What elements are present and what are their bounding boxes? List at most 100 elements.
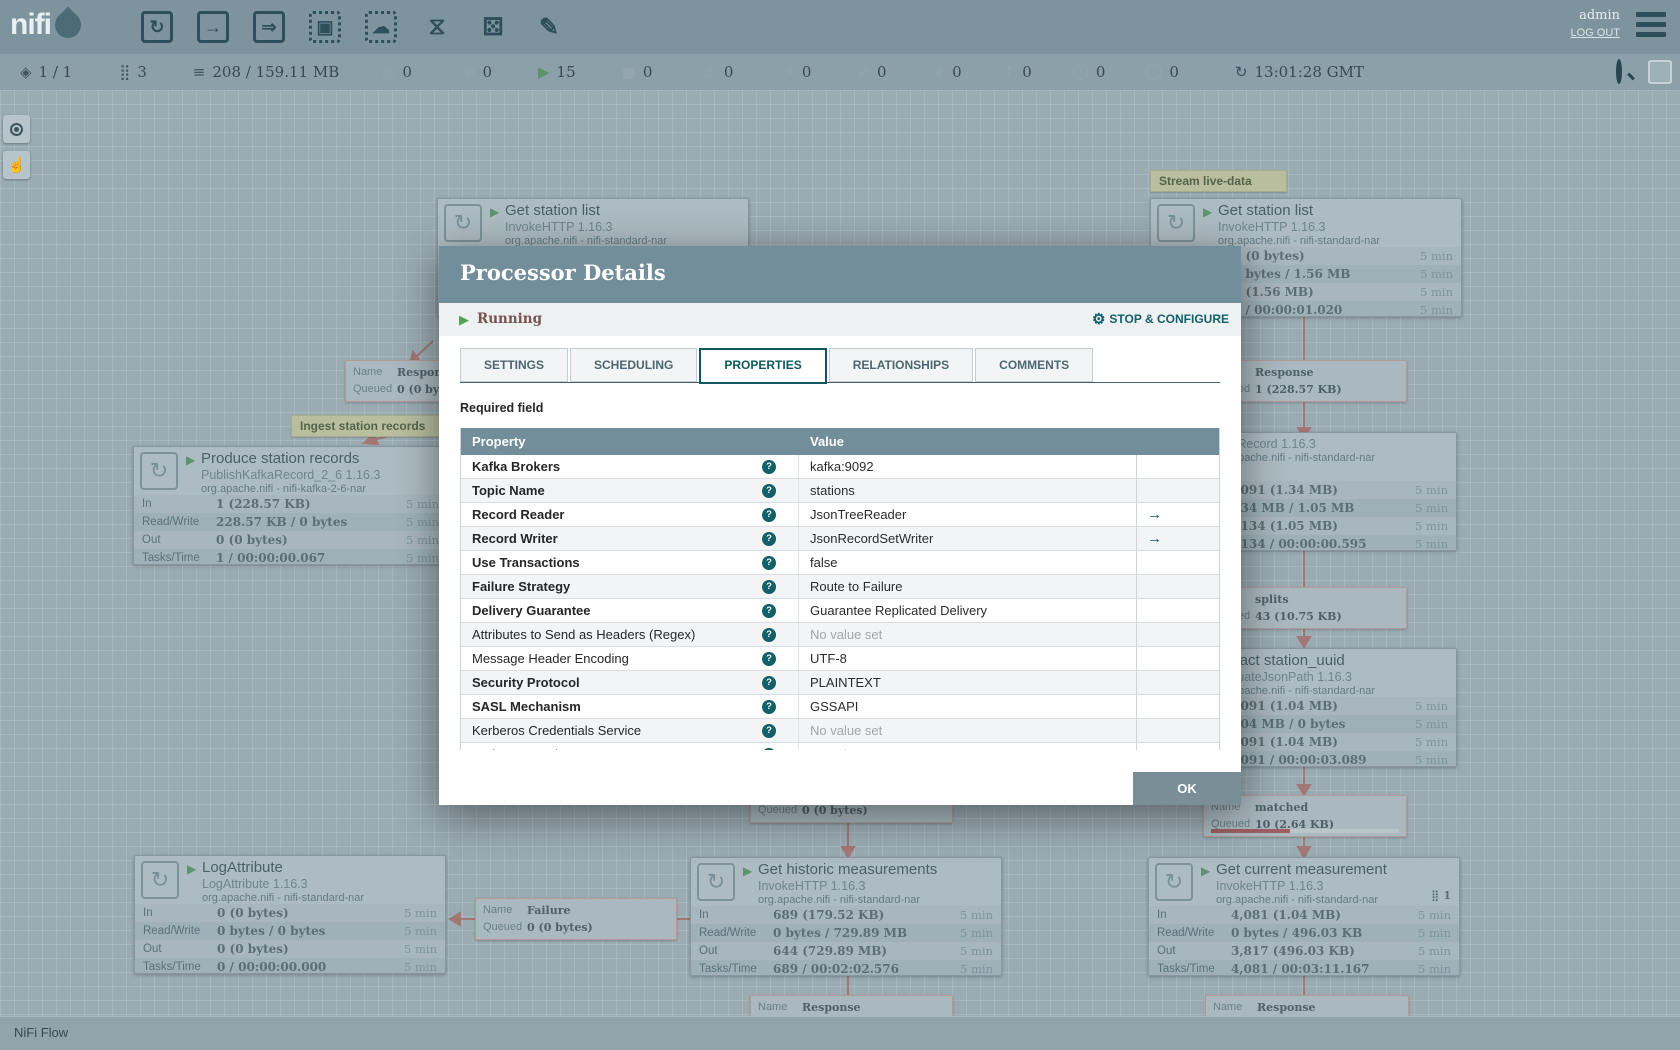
- processor-icon[interactable]: ↻: [138, 7, 176, 47]
- input-port-icon[interactable]: →: [194, 7, 232, 47]
- breadcrumb[interactable]: NiFi Flow: [14, 1025, 68, 1040]
- stat-row: Out 3,817 (496.03 KB) 5 min: [1149, 942, 1459, 960]
- help-icon[interactable]: ?: [762, 628, 776, 642]
- help-icon[interactable]: ?: [762, 748, 776, 750]
- status-disabled: ⚡ 0: [784, 63, 811, 81]
- help-icon[interactable]: ?: [762, 604, 776, 618]
- template-icon[interactable]: ⚄: [474, 7, 512, 47]
- last-refresh-time: 13:01:28 GMT: [1254, 63, 1364, 81]
- queued-count: 208 / 159.11 MB: [212, 63, 340, 81]
- property-row: Failure Strategy? Route to Failure: [461, 575, 1219, 599]
- processor-type: InvokeHTTP 1.16.3: [1216, 879, 1324, 893]
- property-value[interactable]: No value set: [799, 623, 1137, 646]
- stat-row: Out 0 (0 bytes) 5 min: [135, 940, 445, 958]
- global-menu-icon[interactable]: [1636, 12, 1666, 42]
- tab-scheduling[interactable]: SCHEDULING: [570, 348, 698, 382]
- operate-palette-button[interactable]: ☝: [3, 151, 30, 179]
- tab-comments[interactable]: COMMENTS: [975, 348, 1094, 382]
- help-icon[interactable]: ?: [762, 676, 776, 690]
- property-value[interactable]: false: [799, 551, 1137, 574]
- process-group-icon[interactable]: ▣: [306, 7, 344, 47]
- status-stopped: ■ 0: [622, 63, 653, 81]
- running-icon: ▶: [186, 453, 196, 467]
- processor-type: LogAttribute 1.16.3: [202, 877, 308, 891]
- help-icon[interactable]: ?: [762, 460, 776, 474]
- stat-row: Read/Write 228.57 KB / 0 bytes 5 min: [134, 513, 447, 531]
- property-label: Kerberos Service Name?: [461, 743, 799, 750]
- locally-modified-stale-icon: !: [1072, 64, 1089, 80]
- tab-relationships[interactable]: RELATIONSHIPS: [828, 348, 974, 382]
- running-icon: ▶: [459, 312, 469, 327]
- property-row: Kerberos Credentials Service? No value se…: [461, 719, 1219, 743]
- go-to-service-icon[interactable]: →: [1147, 506, 1162, 523]
- stale-count: 0: [1022, 63, 1032, 81]
- processor-get-historic-measurements[interactable]: ↻ ▶ Get historic measurements InvokeHTTP 1.…: [690, 857, 1002, 976]
- help-icon[interactable]: ?: [762, 532, 776, 546]
- processor-name: Get current measurement: [1216, 861, 1387, 878]
- logout-link[interactable]: LOG OUT: [1570, 27, 1620, 39]
- stop-and-configure-button[interactable]: ⚙ STOP & CONFIGURE: [1092, 310, 1229, 328]
- help-icon[interactable]: ?: [762, 484, 776, 498]
- property-value[interactable]: No value set: [799, 743, 1137, 750]
- user-area: admin LOG OUT: [1570, 8, 1620, 39]
- help-icon[interactable]: ?: [762, 652, 776, 666]
- birdseye-toggle-icon[interactable]: [1648, 60, 1672, 84]
- label-icon[interactable]: ✎: [530, 7, 568, 47]
- search-icon[interactable]: [1616, 59, 1636, 84]
- processor-type: InvokeHTTP 1.16.3: [1218, 220, 1326, 234]
- canvas-label-ingest-station-records[interactable]: Ingest station records: [291, 415, 451, 437]
- connected-nodes-count: 1 / 1: [38, 63, 73, 81]
- property-label: SASL Mechanism?: [461, 695, 799, 718]
- queued-key: Queued: [483, 921, 523, 933]
- property-label: Attributes to Send as Headers (Regex)?: [461, 623, 799, 646]
- help-icon[interactable]: ?: [762, 700, 776, 714]
- canvas-label-stream-live-data[interactable]: Stream live-data: [1150, 170, 1287, 192]
- invalid-icon: ⚠: [703, 63, 717, 81]
- dialog-status-row: ▶ Running ⚙ STOP & CONFIGURE: [439, 303, 1241, 336]
- name-key: Name: [483, 904, 513, 916]
- help-icon[interactable]: ?: [762, 580, 776, 594]
- processor-icon: ↻: [697, 863, 735, 901]
- property-label: Security Protocol?: [461, 671, 799, 694]
- status-sync-failure: ? 0: [1146, 63, 1179, 81]
- help-icon[interactable]: ?: [762, 508, 776, 522]
- tab-properties[interactable]: PROPERTIES: [699, 348, 827, 384]
- navigate-palette-button[interactable]: [3, 115, 30, 143]
- help-icon[interactable]: ?: [762, 724, 776, 738]
- remote-process-group-icon[interactable]: ☁: [362, 7, 400, 47]
- relationship-name: Response: [1257, 1001, 1316, 1014]
- stat-row: Read/Write 0 bytes / 0 bytes 5 min: [135, 922, 445, 940]
- tab-settings[interactable]: SETTINGS: [460, 348, 569, 382]
- status-running: ▶ 15: [538, 63, 576, 81]
- output-port-icon[interactable]: ⇒: [250, 7, 288, 47]
- property-value[interactable]: stations: [799, 479, 1137, 502]
- cluster-badge: ⣿ 1: [1430, 889, 1451, 902]
- property-value[interactable]: No value set: [799, 719, 1137, 742]
- property-value[interactable]: PLAINTEXT: [799, 671, 1137, 694]
- property-value[interactable]: UTF-8: [799, 647, 1137, 670]
- help-icon[interactable]: ?: [762, 556, 776, 570]
- funnel-icon[interactable]: ⧖: [418, 7, 456, 47]
- status-transmitting: ◎ 0: [382, 63, 412, 81]
- property-label: Delivery Guarantee?: [461, 599, 799, 622]
- go-to-service-icon[interactable]: →: [1147, 530, 1162, 547]
- property-value[interactable]: Guarantee Replicated Delivery: [799, 599, 1137, 622]
- processor-get-current-measurement[interactable]: ↻ ▶ Get current measurement InvokeHTTP 1.16…: [1148, 857, 1460, 976]
- property-value[interactable]: kafka:9092: [799, 455, 1137, 478]
- processor-produce-station-records[interactable]: ↻ ▶ Produce station records PublishKafkaRec…: [133, 446, 448, 565]
- processor-logattribute[interactable]: ↻ ▶ LogAttribute LogAttribute 1.16.3 org.apa…: [134, 855, 446, 974]
- refresh-status: ↻ 13:01:28 GMT: [1235, 63, 1364, 81]
- queued-value: 43 (10.75 KB): [1255, 610, 1342, 623]
- status-bar: ◈ 1 / 1 ⣿ 3 ≡ 208 / 159.11 MB ◎ 0 ⊘ 0 ▶ 15 ■ 0 ⚠ 0 ⚡ 0 ✔ 0 ∗…: [0, 54, 1680, 90]
- property-value[interactable]: Route to Failure: [799, 575, 1137, 598]
- refresh-icon[interactable]: ↻: [1235, 63, 1248, 81]
- property-row: SASL Mechanism? GSSAPI: [461, 695, 1219, 719]
- nifi-logo-text: nifi: [10, 8, 52, 41]
- queued-icon: ≡: [192, 63, 206, 81]
- property-value[interactable]: JsonRecordSetWriter: [799, 527, 1137, 550]
- hand-icon: ☝: [7, 157, 26, 174]
- connection-label-failure[interactable]: Name Failure Queued 0 (0 bytes): [475, 898, 677, 940]
- property-value[interactable]: JsonTreeReader: [799, 503, 1137, 526]
- property-value[interactable]: GSSAPI: [799, 695, 1137, 718]
- ok-button[interactable]: OK: [1133, 772, 1241, 805]
